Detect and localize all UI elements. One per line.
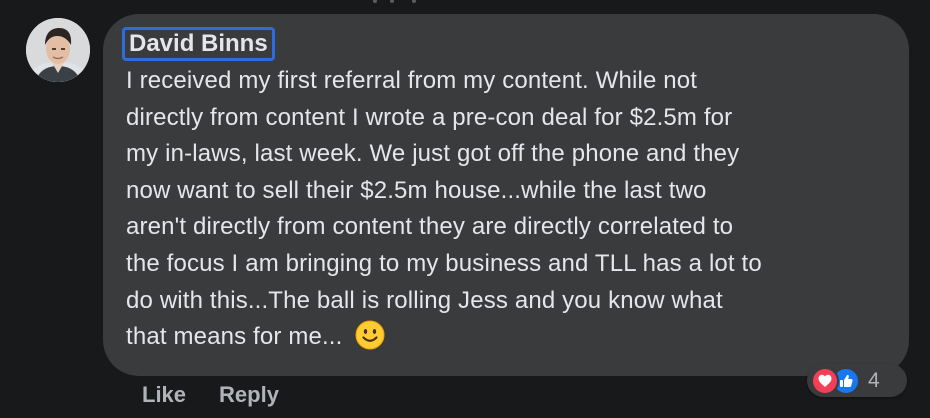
reply-button[interactable]: Reply xyxy=(219,381,279,409)
comment-author-link[interactable]: David Binns xyxy=(122,27,275,61)
comment-text-line: aren't directly from content they are di… xyxy=(126,213,734,241)
comment-text-line: do with this...The ball is rolling Jess … xyxy=(126,286,723,314)
avatar[interactable] xyxy=(26,18,90,82)
comment-body: I received my first referral from my con… xyxy=(126,63,886,356)
slightly-smiling-face-icon xyxy=(355,320,385,350)
reaction-summary[interactable]: 4 xyxy=(807,364,907,397)
comment-text-line-last: that means for me... xyxy=(126,319,886,356)
comment-text-line: my in-laws, last week. We just got off t… xyxy=(126,140,740,168)
reaction-count: 4 xyxy=(868,368,880,392)
comment-text-line: now want to sell their $2.5m house...whi… xyxy=(126,176,707,204)
comment-container: David Binns I received my first referral… xyxy=(0,0,930,418)
comment-text-line: the focus I am bringing to my business a… xyxy=(126,249,762,277)
comment-text-line: I received my first referral from my con… xyxy=(126,67,698,94)
love-reaction-icon xyxy=(811,366,839,395)
comment-text-line: directly from content I wrote a pre-con … xyxy=(126,103,733,131)
comment-actions: Like Reply xyxy=(142,381,279,409)
like-button[interactable]: Like xyxy=(142,381,186,409)
comment-text-last-segment: that means for me... xyxy=(126,323,343,351)
previous-comment-fragment xyxy=(330,0,420,4)
